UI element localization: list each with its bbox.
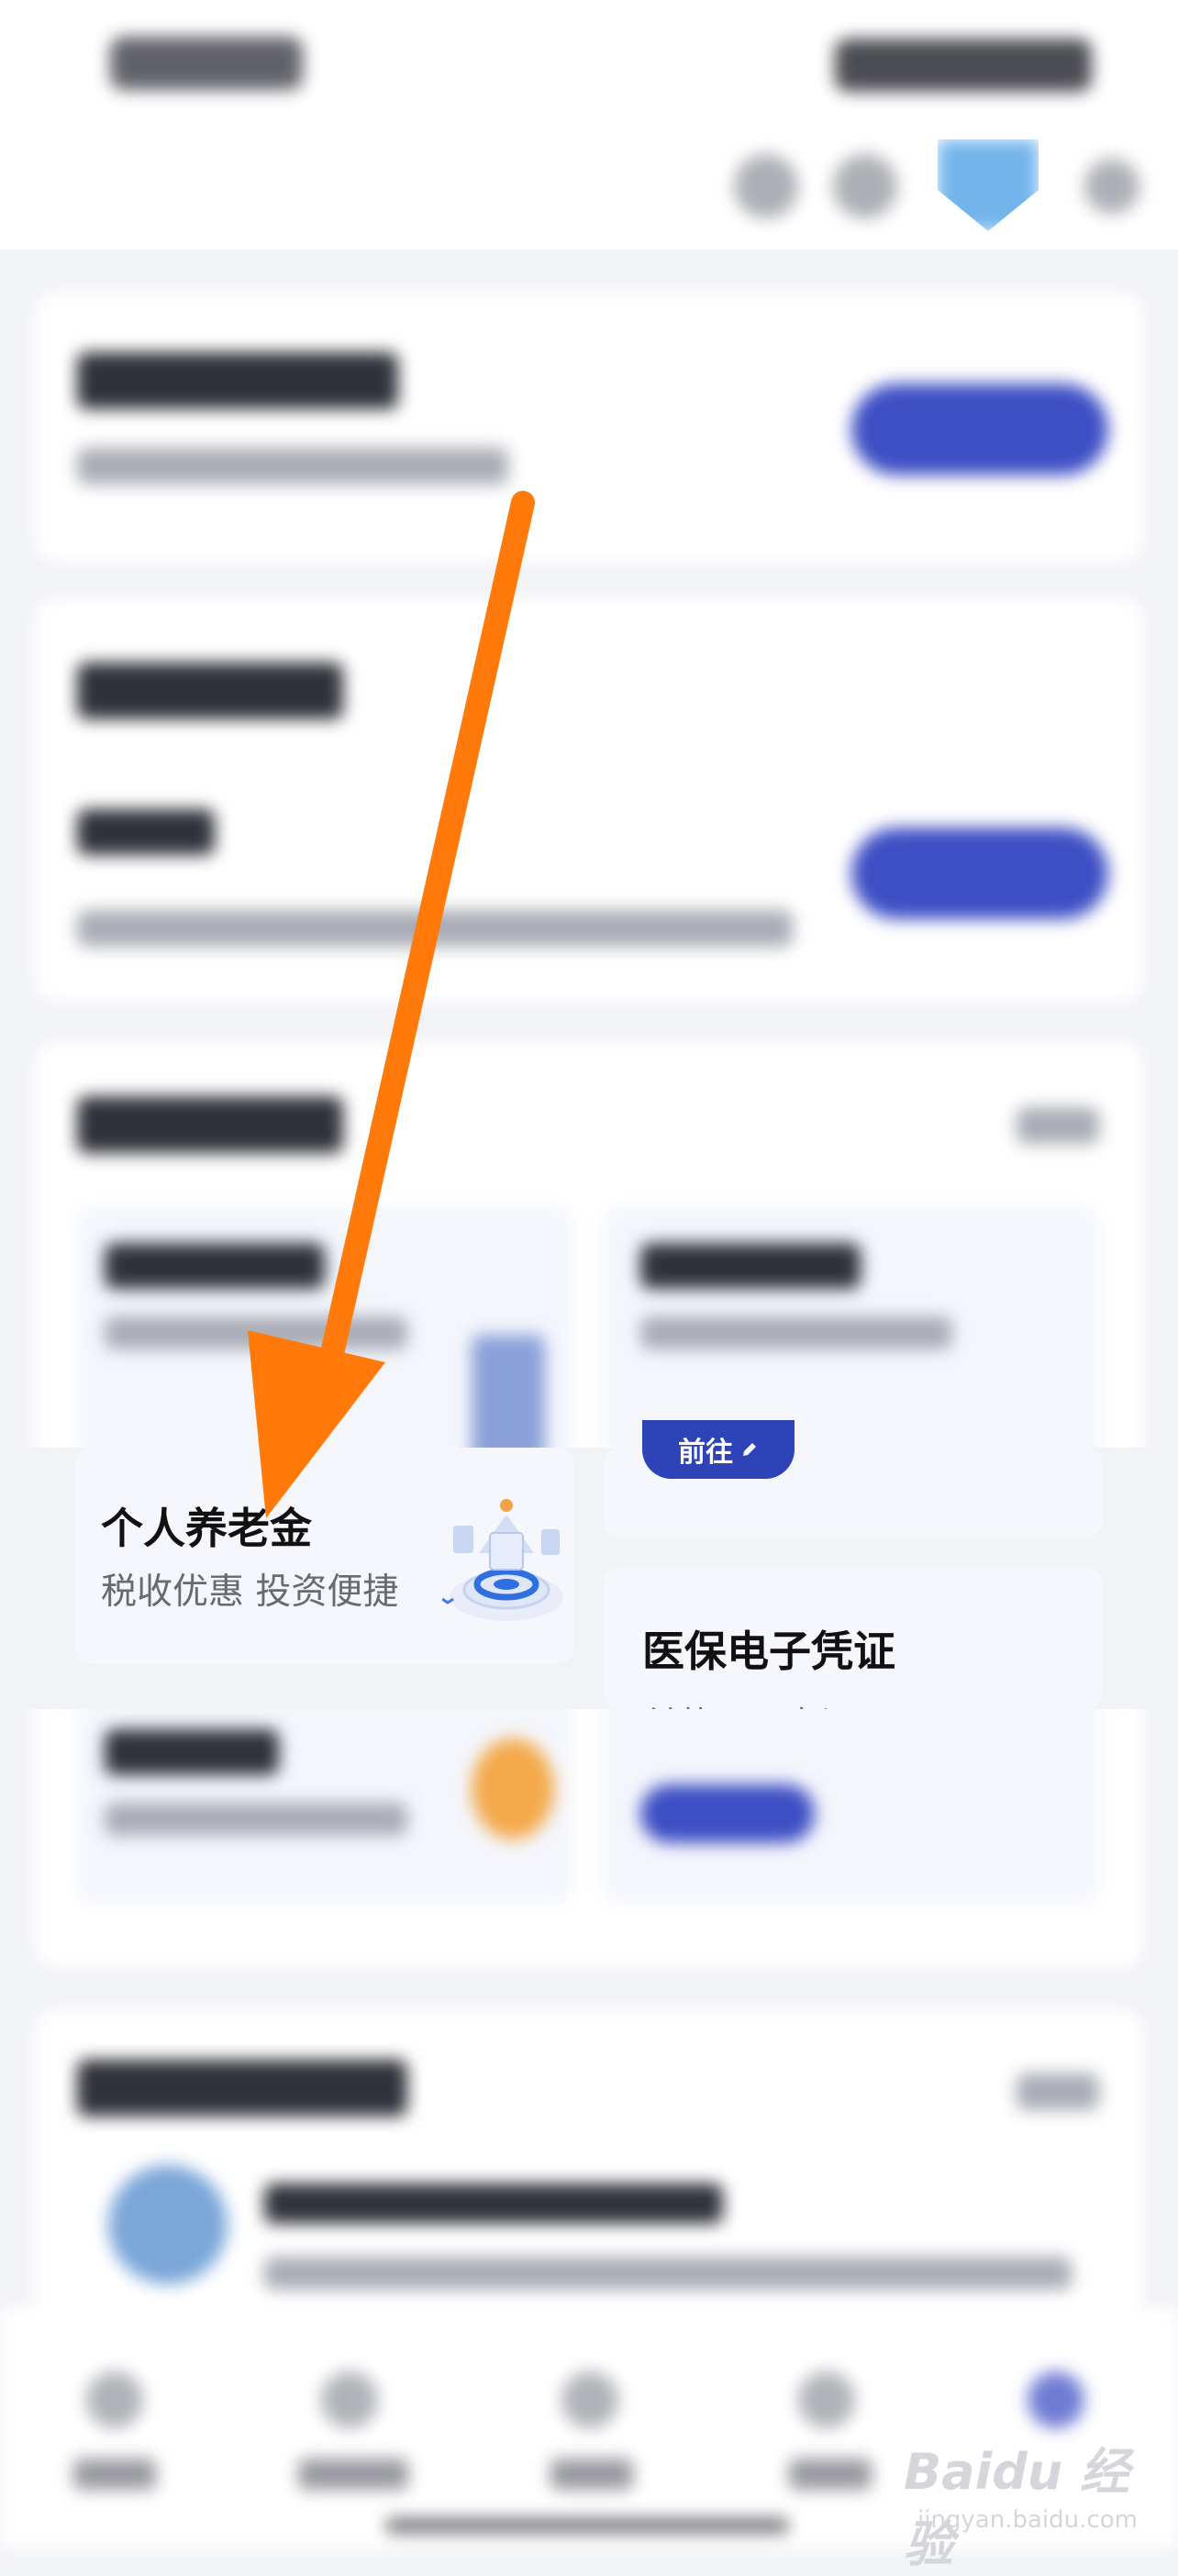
tab-office-label[interactable] <box>550 2459 633 2490</box>
watermark-url: jingyan.baidu.com <box>917 2506 1138 2534</box>
pension-illustration-icon <box>442 1499 563 1621</box>
info-card <box>35 598 1143 1002</box>
more-icon[interactable] <box>1084 159 1139 214</box>
status-indicators <box>835 39 1092 92</box>
goto-label: 前往 <box>678 1437 733 1469</box>
medical-subtitle: 付款码 · 查记录 <box>642 1697 891 1709</box>
news-card <box>35 2009 1143 2339</box>
medical-title: 医保电子凭证 <box>642 1627 895 1676</box>
top-bar <box>0 0 1178 250</box>
home-indicator <box>385 2518 789 2533</box>
pension-title: 个人养老金 <box>101 1504 312 1553</box>
goto-button[interactable]: 前往 <box>642 1420 795 1479</box>
tab-message-label[interactable] <box>789 2459 872 2490</box>
tab-service-label[interactable] <box>298 2459 408 2490</box>
tab-message-icon[interactable] <box>798 2371 855 2428</box>
pension-subtitle: 税收优惠 投资便捷 <box>101 1571 399 1613</box>
info-action-button[interactable] <box>851 827 1108 919</box>
medical-tile[interactable]: 医保电子凭证 付款码 · 查记录 <box>604 1567 1103 1709</box>
search-icon[interactable] <box>734 154 798 218</box>
tab-office-icon[interactable] <box>561 2371 618 2428</box>
tab-service-icon[interactable] <box>321 2371 378 2428</box>
tab-mine-icon[interactable] <box>1028 2371 1084 2428</box>
scan-icon[interactable] <box>833 154 897 218</box>
account-action-button[interactable] <box>851 383 1108 475</box>
pencil-icon <box>743 1443 756 1456</box>
watermark-logo: Baidu 经验 <box>904 2443 1130 2573</box>
tab-home-label[interactable] <box>73 2459 156 2490</box>
shield-badge-icon[interactable] <box>938 139 1039 231</box>
account-card <box>35 292 1143 562</box>
pension-tile[interactable]: 个人养老金 税收优惠 投资便捷 <box>75 1448 574 1664</box>
status-time <box>110 37 303 90</box>
tab-home-icon[interactable] <box>86 2371 143 2428</box>
